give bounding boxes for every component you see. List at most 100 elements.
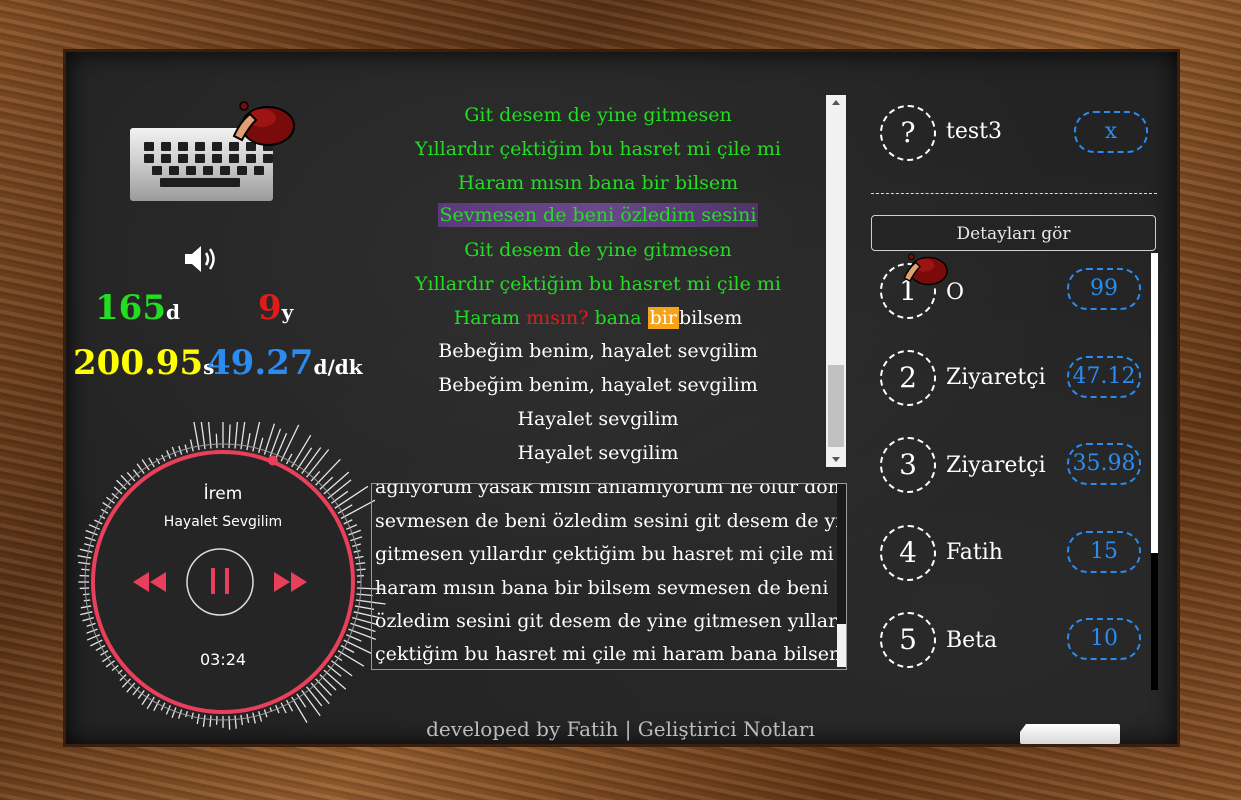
correct-count-unit: d <box>165 300 180 324</box>
lyrics-scrollbar[interactable] <box>826 95 846 467</box>
lyric-word-correct: bana <box>594 307 642 329</box>
typed-line: gitmesen yıllardır çektiğim bu hasret mi… <box>375 543 834 565</box>
typed-line: sevmesen de beni özledim sesini git dese… <box>375 510 847 532</box>
logout-button[interactable]: x <box>1074 111 1148 153</box>
visualizer-bar <box>80 611 93 616</box>
keyboard-key <box>161 154 171 163</box>
keyboard-key <box>237 166 247 175</box>
lyric-line-done: Haram mısın bana bir bilsem <box>457 172 739 194</box>
player-song-title: Hayalet Sevgilim <box>163 514 283 530</box>
elapsed-seconds-value: 200.95 <box>73 343 204 383</box>
wrong-count-unit: y <box>281 300 294 324</box>
pause-icon-bar <box>225 568 229 594</box>
visualizer-bar <box>171 446 177 457</box>
visualizer-bar <box>246 433 251 451</box>
keyboard-key <box>212 142 222 151</box>
leaderboard-name: Fatih <box>946 540 1003 565</box>
typing-textarea[interactable]: ağlıyorum yasak mısın anlamıyorum ne olu… <box>371 483 847 670</box>
speaker-icon[interactable] <box>183 242 221 276</box>
keyboard-key <box>152 166 162 175</box>
textarea-scroll-thumb[interactable] <box>837 624 846 667</box>
visualizer-bar <box>315 678 332 696</box>
visualizer-bar <box>85 529 98 536</box>
lyric-line-upcoming: Hayalet sevgilim <box>517 442 679 464</box>
visualizer-bar <box>291 434 312 468</box>
visualizer-bar <box>280 424 300 462</box>
leaderboard-name: Ziyaretçi <box>946 365 1046 390</box>
typing-speed-unit: d/dk <box>313 355 363 379</box>
lyric-word-correct: Haram <box>453 307 521 329</box>
leaderboard-score: 10 <box>1067 618 1141 660</box>
lyric-highlighted-text: Sevmesen de beni özledim sesini <box>437 203 759 227</box>
typed-line: ağlıyorum yasak mısın anlamıyorum ne olu… <box>375 483 840 498</box>
keyboard-key <box>144 154 154 163</box>
chalk-stick <box>1020 724 1120 744</box>
textarea-scrollbar[interactable] <box>837 484 846 667</box>
visualizer-bar <box>348 529 362 536</box>
details-button[interactable]: Detayları gör <box>871 215 1156 251</box>
keyboard-key <box>254 166 264 175</box>
visualizer-bar <box>146 696 155 710</box>
visualizer-bar <box>355 562 366 565</box>
visualizer-bar <box>215 433 218 449</box>
keyboard-key <box>144 142 154 151</box>
visualizer-bar <box>82 617 95 622</box>
visualizer-bar <box>136 463 145 474</box>
leaderboard-scroll-thumb[interactable] <box>1151 253 1158 553</box>
lyric-line-highlighted: Sevmesen de beni özledim sesini <box>372 203 824 227</box>
user-avatar[interactable]: ? <box>880 105 936 161</box>
divider <box>871 193 1157 194</box>
keyboard-key <box>178 142 188 151</box>
typing-speed-stat: 49.27d/dk <box>207 343 363 383</box>
lyrics-panel: Git desem de yine gitmesen Yıllardır çek… <box>372 96 824 466</box>
lyric-line-done: Yıllardır çektiğim bu hasret mi çile mi <box>414 138 781 160</box>
music-player: İrem Hayalet Sevgilim 03:24 <box>58 422 388 752</box>
lyric-word-wrong: mısın? <box>526 307 589 329</box>
visualizer-bar <box>258 437 264 454</box>
wrong-count-value: 9 <box>258 288 282 328</box>
progress-knob[interactable] <box>267 455 278 466</box>
visualizer-bar <box>141 459 150 471</box>
keyboard-key <box>195 142 205 151</box>
keyboard-key <box>186 166 196 175</box>
leaderboard-scrollbar[interactable] <box>1151 253 1158 690</box>
lyric-line-current: Haram mısın? bana bir bilsem <box>372 307 824 329</box>
beret-icon <box>903 253 948 286</box>
wrong-count-stat: 9y <box>258 288 293 328</box>
typed-line: haram mısın bana bir bilsem sevmesen de … <box>375 577 829 599</box>
leaderboard-score: 15 <box>1067 531 1141 573</box>
rank-badge: 2 <box>880 350 936 406</box>
visualizer-bar <box>319 674 337 691</box>
correct-count-value: 165 <box>95 288 166 328</box>
lyric-line-done: Yıllardır çektiğim bu hasret mi çile mi <box>414 273 781 295</box>
leaderboard-name: Beta <box>946 628 998 653</box>
visualizer-bar <box>82 593 90 596</box>
lyric-line-upcoming: Bebeğim benim, hayalet sevgilim <box>438 340 758 362</box>
visualizer-bar <box>356 568 366 571</box>
pause-icon <box>211 568 215 594</box>
visualizer-bar <box>77 554 92 559</box>
elapsed-seconds-stat: 200.95s <box>73 343 214 383</box>
typing-speed-value: 49.27 <box>207 343 314 383</box>
rank-badge: 3 <box>880 437 936 493</box>
visualizer-bar <box>78 561 91 565</box>
leaderboard-score: 99 <box>1067 268 1141 310</box>
lyric-line-done: Git desem de yine gitmesen <box>464 239 732 261</box>
player-time: 03:24 <box>199 650 247 669</box>
rank-badge: 5 <box>880 612 936 668</box>
lyrics-scroll-thumb[interactable] <box>828 365 844 447</box>
visualizer-bar <box>141 693 150 706</box>
keyboard-key <box>212 154 222 163</box>
visualizer-bar <box>301 447 322 474</box>
typed-line: çektiğim bu hasret mi çile mi haram bana… <box>375 643 847 665</box>
user-name: test3 <box>946 119 1002 144</box>
typed-line: özledim sesini git desem de yine gitmese… <box>375 610 847 632</box>
keyboard-key <box>161 142 171 151</box>
player-artist: İrem <box>203 484 243 504</box>
visualizer-bar <box>350 536 363 542</box>
leaderboard-score: 47.12 <box>1067 356 1141 398</box>
visualizer-bar <box>86 628 98 634</box>
visualizer-bar <box>83 599 91 602</box>
audio-visualizer <box>77 422 386 730</box>
keyboard-spacebar <box>160 178 240 187</box>
